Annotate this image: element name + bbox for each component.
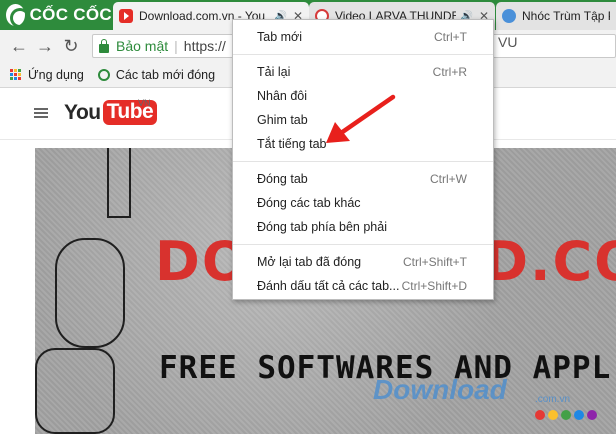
- sketch-drawing: [107, 148, 131, 218]
- watermark-dots: [535, 410, 600, 420]
- menu-item-tat-tieng-tab[interactable]: Tắt tiếng tab: [233, 132, 493, 156]
- menu-separator: [233, 161, 493, 162]
- history-icon: [97, 68, 110, 81]
- globe-icon: [502, 9, 516, 23]
- bookmark-recent-tabs-label: Các tab mới đóng: [115, 67, 216, 82]
- menu-item-tab-moi[interactable]: Tab mới Ctrl+T: [233, 25, 493, 49]
- lock-icon: [99, 38, 109, 53]
- watermark: Download: [373, 374, 507, 405]
- hamburger-menu-icon[interactable]: [34, 108, 48, 118]
- sketch-drawing: [35, 348, 115, 434]
- menu-item-dong-tab[interactable]: Đóng tab Ctrl+W: [233, 167, 493, 191]
- menu-item-danh-dau-tat-ca-cac-tab[interactable]: Đánh dấu tất cả các tab... Ctrl+Shift+D: [233, 274, 493, 298]
- menu-item-nhan-doi[interactable]: Nhân đôi: [233, 84, 493, 108]
- bookmark-apps-label: Ứng dụng: [28, 67, 84, 82]
- tab-context-menu: Tab mới Ctrl+T Tải lại Ctrl+R Nhân đôi Ghim t…: [232, 19, 494, 300]
- menu-item-shortcut: Ctrl+Shift+D: [401, 279, 467, 293]
- menu-item-ghim-tab[interactable]: Ghim tab: [233, 108, 493, 132]
- reload-icon[interactable]: ↻: [60, 35, 82, 57]
- menu-item-dong-tab-phia-ben-phai[interactable]: Đóng tab phía bên phải: [233, 215, 493, 239]
- menu-item-shortcut: Ctrl+R: [432, 65, 467, 79]
- youtube-icon: [119, 9, 133, 23]
- menu-item-tai-lai[interactable]: Tải lại Ctrl+R: [233, 60, 493, 84]
- menu-item-label: Đánh dấu tất cả các tab...: [257, 279, 400, 293]
- browser-brand[interactable]: CỐC CỐC: [0, 0, 112, 30]
- menu-item-mo-lai-tab-da-dong[interactable]: Mở lại tab đã đóng Ctrl+Shift+T: [233, 250, 493, 274]
- menu-item-label: Nhân đôi: [257, 89, 308, 103]
- menu-item-label: Đóng các tab khác: [257, 196, 361, 210]
- back-arrow-icon[interactable]: ←: [8, 35, 30, 57]
- menu-separator: [233, 244, 493, 245]
- url-text: https://: [183, 38, 226, 54]
- menu-item-shortcut: Ctrl+Shift+T: [402, 255, 467, 269]
- youtube-region: VN: [138, 98, 151, 108]
- menu-item-label: Tắt tiếng tab: [257, 137, 327, 151]
- tab-nhoc-trum[interactable]: Nhóc Trùm Tập P: [496, 2, 616, 30]
- menu-item-label: Đóng tab phía bên phải: [257, 220, 387, 234]
- menu-item-shortcut: Ctrl+T: [434, 30, 467, 44]
- bookmark-recent-tabs[interactable]: Các tab mới đóng: [97, 67, 216, 82]
- apps-grid-icon: [10, 68, 22, 81]
- watermark-suffix: .com.vn: [535, 394, 571, 405]
- brand-name: CỐC CỐC: [29, 5, 112, 24]
- menu-item-label: Tab mới: [257, 30, 303, 44]
- url-tail: VU: [498, 34, 518, 50]
- bookmark-apps[interactable]: Ứng dụng: [10, 68, 84, 82]
- tab-title: Nhóc Trùm Tập P: [522, 9, 610, 23]
- secure-label: Bảo mật: [116, 38, 169, 54]
- menu-separator: [233, 54, 493, 55]
- sketch-drawing: [55, 238, 125, 348]
- menu-item-label: Đóng tab: [257, 172, 308, 186]
- menu-item-dong-cac-tab-khac[interactable]: Đóng các tab khác: [233, 191, 493, 215]
- youtube-logo-you: You: [64, 100, 101, 124]
- menu-item-label: Mở lại tab đã đóng: [257, 255, 362, 269]
- forward-arrow-icon[interactable]: →: [34, 35, 56, 57]
- separator: |: [174, 38, 178, 54]
- menu-item-label: Ghim tab: [257, 113, 308, 127]
- menu-item-label: Tải lại: [257, 65, 291, 79]
- menu-item-shortcut: Ctrl+W: [430, 172, 467, 186]
- coccoc-logo-icon: [6, 4, 30, 28]
